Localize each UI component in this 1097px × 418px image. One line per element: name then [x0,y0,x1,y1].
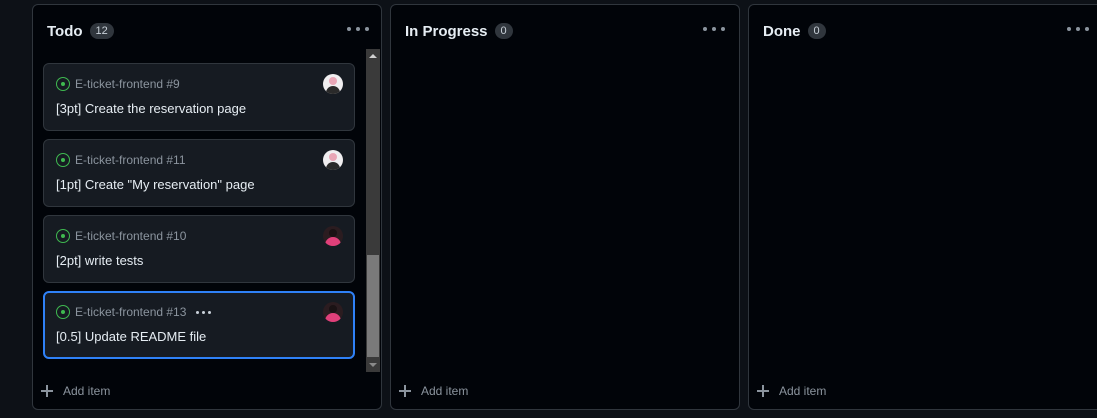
open-issue-icon [56,77,70,91]
card-meta: E-ticket-frontend #10 [56,228,186,244]
add-item-button[interactable]: Add item [41,382,110,400]
card-meta: E-ticket-frontend #13 [56,304,212,320]
column-menu-icon[interactable] [1067,19,1089,39]
card-menu-icon[interactable] [196,310,212,314]
column-in-progress: In Progress 0 Add item [390,4,740,410]
issue-card[interactable]: E-ticket-frontend #10 [2pt] write tests [43,215,355,283]
open-issue-icon [56,305,70,319]
assignee-avatar[interactable] [323,226,343,246]
column-header: Todo 12 [47,21,114,41]
issue-reference[interactable]: E-ticket-frontend #10 [75,229,186,243]
add-item-button[interactable]: Add item [757,382,826,400]
item-count-badge: 12 [89,23,114,39]
column-title: Todo [47,22,83,40]
column-done: Done 0 Add item [748,4,1097,410]
issue-title[interactable]: [3pt] Create the reservation page [56,101,246,116]
assignee-avatar[interactable] [323,150,343,170]
open-issue-icon [56,153,70,167]
issue-title[interactable]: [2pt] write tests [56,253,143,268]
issue-card-selected[interactable]: E-ticket-frontend #13 [0.5] Update READM… [43,291,355,359]
issue-card[interactable]: E-ticket-frontend #11 [1pt] Create "My r… [43,139,355,207]
scroll-down-arrow-icon[interactable] [366,358,380,372]
plus-icon [41,385,53,397]
add-item-button[interactable]: Add item [399,382,468,400]
column-header: In Progress 0 [405,21,513,41]
scrollbar-thumb[interactable] [367,255,379,357]
add-item-label: Add item [779,384,827,398]
scrollbar[interactable] [366,49,380,372]
column-menu-icon[interactable] [703,19,725,39]
assignee-avatar[interactable] [323,302,343,322]
issue-reference[interactable]: E-ticket-frontend #11 [75,153,186,167]
column-title: Done [763,22,801,40]
column-todo: Todo 12 E-ticket-frontend #9 [3pt] Creat… [32,4,382,410]
item-count-badge: 0 [494,23,513,39]
issue-title[interactable]: [0.5] Update README file [56,329,206,344]
assignee-avatar[interactable] [323,74,343,94]
scroll-up-arrow-icon[interactable] [366,49,380,63]
issue-reference[interactable]: E-ticket-frontend #13 [75,305,186,319]
issue-title[interactable]: [1pt] Create "My reservation" page [56,177,255,192]
card-meta: E-ticket-frontend #11 [56,152,186,168]
issue-reference[interactable]: E-ticket-frontend #9 [75,77,180,91]
plus-icon [399,385,411,397]
column-menu-icon[interactable] [347,19,369,39]
column-title: In Progress [405,22,488,40]
issue-card[interactable]: E-ticket-frontend #9 [3pt] Create the re… [43,63,355,131]
plus-icon [757,385,769,397]
project-board: Todo 12 E-ticket-frontend #9 [3pt] Creat… [0,0,1097,418]
column-scroll-area[interactable]: E-ticket-frontend #9 [3pt] Create the re… [43,49,381,371]
open-issue-icon [56,229,70,243]
add-item-label: Add item [421,384,469,398]
column-header: Done 0 [763,21,826,41]
add-item-label: Add item [63,384,111,398]
item-count-badge: 0 [807,23,826,39]
card-meta: E-ticket-frontend #9 [56,76,180,92]
